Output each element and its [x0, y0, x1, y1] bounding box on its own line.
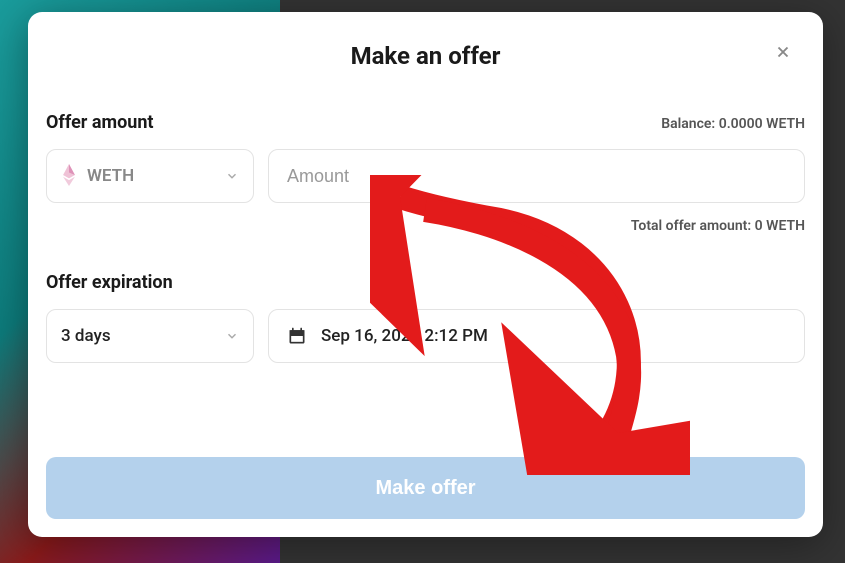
total-offer-text: Total offer amount: 0 WETH	[631, 218, 805, 234]
currency-label: WETH	[87, 166, 215, 186]
offer-amount-header-row: Offer amount Balance: 0.0000 WETH	[46, 112, 805, 133]
modal-header: Make an offer	[46, 42, 805, 70]
offer-expiration-label: Offer expiration	[46, 272, 805, 293]
make-offer-modal: Make an offer Offer amount Balance: 0.00…	[28, 12, 823, 537]
close-button[interactable]	[769, 38, 797, 66]
make-offer-button[interactable]: Make offer	[46, 457, 805, 519]
date-text: Sep 16, 2022 2:12 PM	[321, 326, 488, 346]
chevron-down-icon	[225, 329, 239, 343]
calendar-icon	[287, 326, 307, 346]
offer-expiration-row: 3 days Sep 16, 2022 2:12 PM	[46, 309, 805, 363]
total-offer-row: Total offer amount: 0 WETH	[46, 215, 805, 234]
weth-icon	[61, 164, 77, 188]
balance-text: Balance: 0.0000 WETH	[661, 116, 805, 132]
offer-amount-row: WETH	[46, 149, 805, 203]
amount-input[interactable]	[268, 149, 805, 203]
currency-select[interactable]: WETH	[46, 149, 254, 203]
offer-amount-label: Offer amount	[46, 112, 154, 133]
chevron-down-icon	[225, 169, 239, 183]
date-picker[interactable]: Sep 16, 2022 2:12 PM	[268, 309, 805, 363]
duration-label: 3 days	[61, 326, 215, 346]
modal-title: Make an offer	[46, 42, 805, 70]
duration-select[interactable]: 3 days	[46, 309, 254, 363]
close-icon	[774, 43, 792, 61]
